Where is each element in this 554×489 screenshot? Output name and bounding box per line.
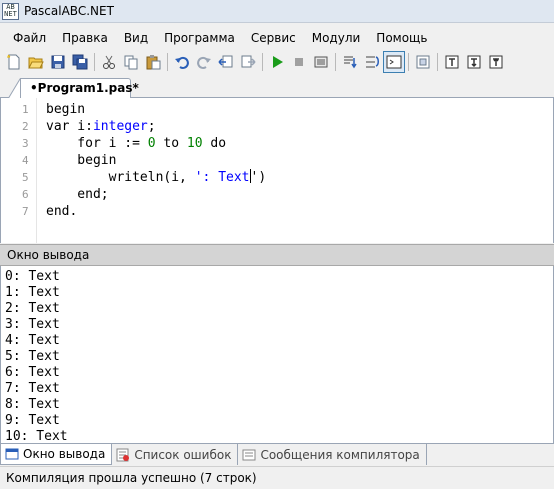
line-number: 2 — [22, 120, 29, 133]
menu-help[interactable]: Помощь — [368, 28, 435, 48]
run-icon[interactable] — [266, 51, 288, 73]
status-bar: Компиляция прошла успешно (7 строк) — [0, 466, 554, 489]
output-line: 2: Text — [5, 301, 60, 316]
toolbar-separator — [94, 53, 95, 71]
output-line: 9: Text — [5, 413, 60, 428]
tab-error-list[interactable]: Список ошибок — [112, 444, 239, 465]
debug-step-over-icon[interactable] — [361, 51, 383, 73]
navigate-forward-icon[interactable] — [237, 51, 259, 73]
cut-icon[interactable] — [98, 51, 120, 73]
form-designer-icon[interactable] — [412, 51, 434, 73]
toolbar-separator — [437, 53, 438, 71]
output-line: 1: Text — [5, 285, 60, 300]
output-window[interactable]: 0: Text 1: Text 2: Text 3: Text 4: Text … — [0, 266, 554, 443]
menu-file[interactable]: Файл — [0, 28, 54, 48]
menu-service[interactable]: Сервис — [243, 28, 304, 48]
window-title: PascalABC.NET — [24, 4, 114, 18]
code-line: end. — [46, 204, 78, 219]
line-number: 6 — [22, 188, 29, 201]
output-panel-header: Окно вывода — [0, 244, 554, 266]
output-window-icon — [5, 448, 19, 460]
navigate-back-icon[interactable] — [215, 51, 237, 73]
app-logo-icon: AB NET — [2, 2, 19, 20]
line-number: 3 — [22, 137, 29, 150]
debug-step-into-icon[interactable] — [339, 51, 361, 73]
output-line: 7: Text — [5, 381, 60, 396]
bottom-tab-strip: Окно вывода Список ошибок Сообщения комп… — [0, 443, 554, 465]
code-line: writeln(i, ': Text') — [46, 169, 267, 185]
output-line: 10: Text — [5, 429, 68, 443]
line-number: 4 — [22, 154, 29, 167]
step-icon-2[interactable] — [463, 51, 485, 73]
output-line: 6: Text — [5, 365, 60, 380]
paste-icon[interactable] — [142, 51, 164, 73]
line-number: 5 — [22, 171, 29, 184]
redo-icon[interactable] — [193, 51, 215, 73]
open-folder-icon[interactable] — [25, 51, 47, 73]
menu-view[interactable]: Вид — [116, 28, 156, 48]
new-file-icon[interactable] — [3, 51, 25, 73]
step-icon-3[interactable] — [485, 51, 507, 73]
copy-icon[interactable] — [120, 51, 142, 73]
line-number-gutter: 1 2 3 4 5 6 7 — [1, 98, 37, 243]
menu-program[interactable]: Программа — [156, 28, 243, 48]
tab-compiler-messages[interactable]: Сообщения компилятора — [238, 444, 427, 465]
compiler-messages-icon — [242, 449, 256, 460]
title-bar: AB NET PascalABC.NET — [0, 0, 554, 23]
compile-icon[interactable] — [310, 51, 332, 73]
editor-tab-strip: •Program1.pas* — [0, 76, 554, 99]
output-line: 3: Text — [5, 317, 60, 332]
toolbar-separator — [262, 53, 263, 71]
undo-icon[interactable] — [171, 51, 193, 73]
menu-modules[interactable]: Модули — [304, 28, 369, 48]
tab-program1[interactable]: •Program1.pas* — [20, 78, 139, 99]
stop-icon[interactable] — [288, 51, 310, 73]
code-line: for i := 0 to 10 do — [46, 136, 227, 151]
menu-edit[interactable]: Правка — [54, 28, 116, 48]
toolbar-separator — [408, 53, 409, 71]
code-line: var i:integer; — [46, 119, 156, 134]
step-icon-1[interactable] — [441, 51, 463, 73]
code-editor[interactable]: 1 2 3 4 5 6 7 begin var i:integer; for i… — [0, 98, 554, 243]
tab-output-window[interactable]: Окно вывода — [0, 444, 113, 465]
save-icon[interactable] — [47, 51, 69, 73]
output-window-icon[interactable] — [383, 51, 405, 73]
line-number: 7 — [22, 205, 29, 218]
output-line: 0: Text — [5, 269, 60, 284]
code-line: end; — [46, 187, 109, 202]
output-line: 4: Text — [5, 333, 60, 348]
output-line: 5: Text — [5, 349, 60, 364]
code-line: begin — [46, 153, 117, 168]
menu-bar: Файл Правка Вид Программа Сервис Модули … — [0, 28, 554, 48]
error-list-icon — [116, 448, 130, 461]
output-line: 8: Text — [5, 397, 60, 412]
toolbar — [0, 50, 554, 74]
line-number: 1 — [22, 103, 29, 116]
save-all-icon[interactable] — [69, 51, 91, 73]
code-line: begin — [46, 102, 86, 117]
toolbar-separator — [335, 53, 336, 71]
toolbar-separator — [167, 53, 168, 71]
